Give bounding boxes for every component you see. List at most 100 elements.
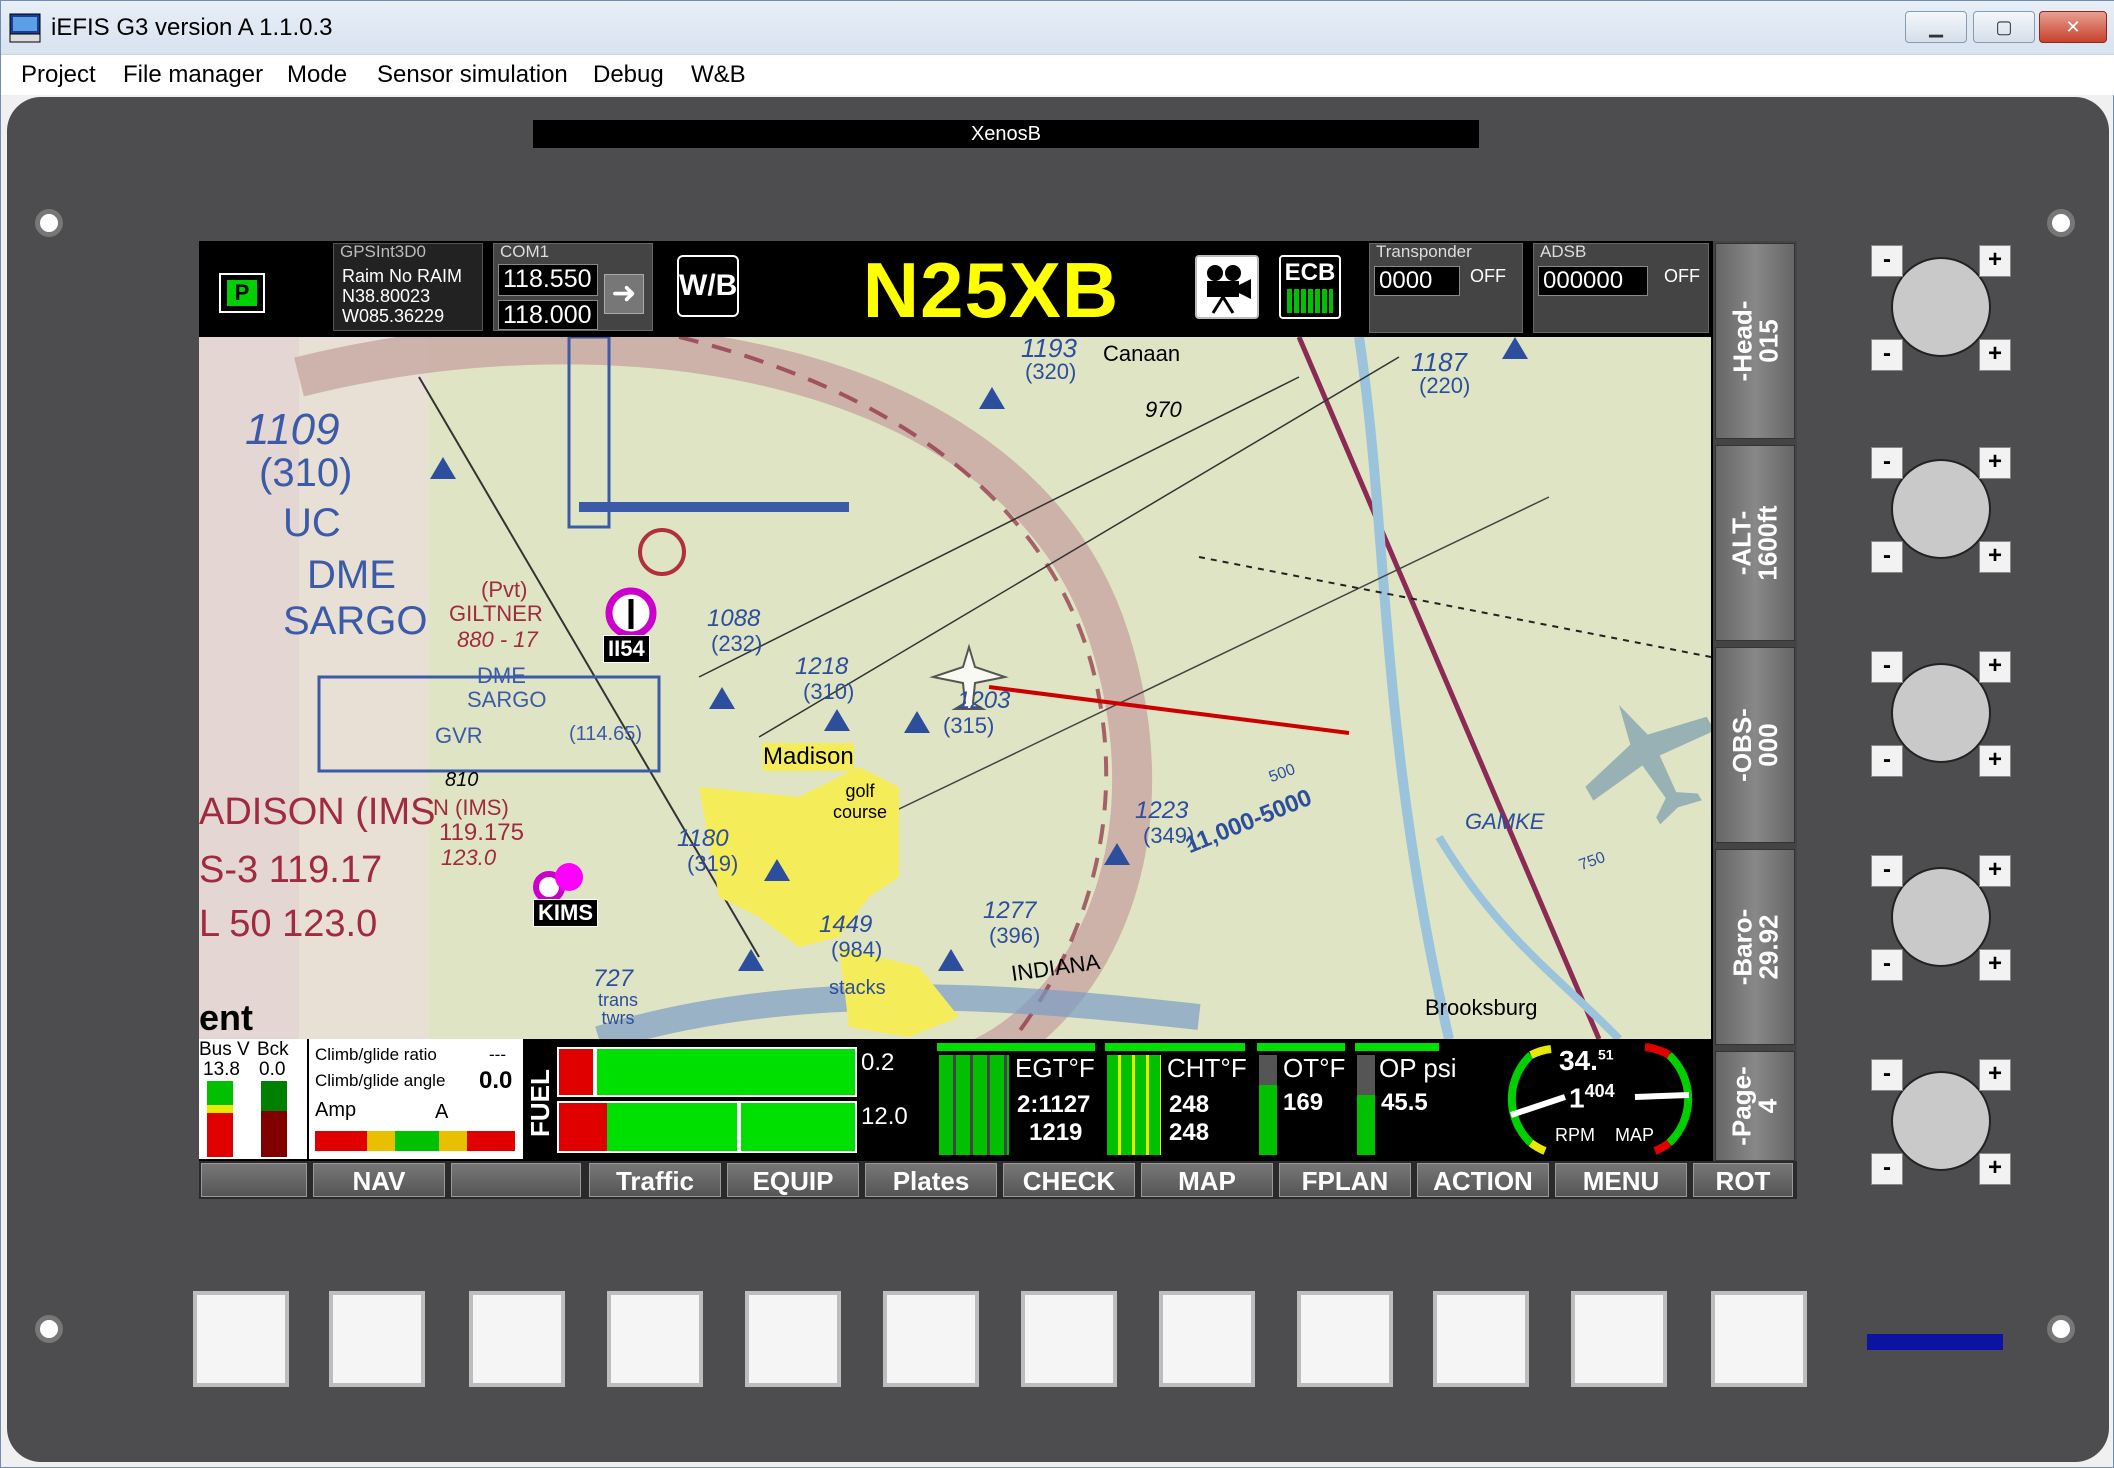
- status-bar: P GPSInt3D0 Raim No RAIM N38.80023 W085.…: [199, 241, 1709, 337]
- knob-outer-minus-button[interactable]: -: [1871, 245, 1903, 277]
- knob-inner-plus-button[interactable]: +: [1979, 745, 2011, 777]
- rotary-knob[interactable]: [1891, 1071, 1991, 1171]
- engine-strip: Bus V Bck 13.8 0.0 Climb/glide ratio ---…: [199, 1039, 1711, 1159]
- map-label: 1223: [1135, 797, 1189, 824]
- softkey-value: 000: [1752, 723, 1783, 767]
- knob-inner-plus-button[interactable]: +: [1979, 339, 2011, 371]
- map-label: GILTNER: [449, 601, 543, 626]
- rotary-knob[interactable]: [1891, 867, 1991, 967]
- menu-sensor-simulation[interactable]: Sensor simulation: [377, 61, 568, 89]
- waypoint-label-ii54[interactable]: II54: [603, 635, 650, 663]
- status-badge[interactable]: P: [227, 280, 257, 306]
- hardware-key-2[interactable]: [329, 1291, 425, 1387]
- knob-inner-minus-button[interactable]: -: [1871, 541, 1903, 573]
- hardware-key-12[interactable]: [1711, 1291, 1807, 1387]
- knob-outer-plus-button[interactable]: +: [1979, 651, 2011, 683]
- com-active-freq[interactable]: 118.550: [498, 264, 598, 296]
- rotary-knob[interactable]: [1891, 459, 1991, 559]
- aircraft-callsign: N25XB: [862, 246, 1120, 334]
- softkey-baro[interactable]: -Baro- 29.92: [1715, 849, 1795, 1045]
- hardware-key-5[interactable]: [745, 1291, 841, 1387]
- softkey-nav[interactable]: NAV: [313, 1163, 445, 1197]
- softkey-menu[interactable]: MENU: [1555, 1163, 1687, 1197]
- title-bar[interactable]: iEFIS G3 version A 1.1.0.3 ▁ ▢ ✕: [1, 1, 2114, 55]
- gps-lat: N38.80023: [342, 286, 431, 306]
- ecb-button[interactable]: ECB: [1279, 255, 1341, 319]
- menu-mode[interactable]: Mode: [287, 61, 347, 89]
- op-bar: [1357, 1055, 1375, 1155]
- hardware-key-8[interactable]: [1159, 1291, 1255, 1387]
- maximize-button[interactable]: ▢: [1973, 11, 2035, 43]
- minimize-button[interactable]: ▁: [1905, 11, 1967, 43]
- moving-map[interactable]: 1193 (320) Canaan 970 1187 (220) 1109 (3…: [199, 337, 1711, 1039]
- video-camera-icon[interactable]: [1195, 255, 1259, 319]
- hardware-key-6[interactable]: [883, 1291, 979, 1387]
- knob-inner-minus-button[interactable]: -: [1871, 745, 1903, 777]
- softkey-plates[interactable]: Plates: [865, 1163, 997, 1197]
- knob-inner-minus-button[interactable]: -: [1871, 1153, 1903, 1185]
- softkey-obs[interactable]: -OBS- 000: [1715, 647, 1795, 843]
- hardware-key-10[interactable]: [1433, 1291, 1529, 1387]
- knob-inner-plus-button[interactable]: +: [1979, 1153, 2011, 1185]
- adsb-panel[interactable]: ADSB 000000 OFF: [1533, 242, 1709, 333]
- hardware-key-1[interactable]: [193, 1291, 289, 1387]
- knob-outer-minus-button[interactable]: -: [1871, 651, 1903, 683]
- knob-outer-plus-button[interactable]: +: [1979, 245, 2011, 277]
- knob-outer-plus-button[interactable]: +: [1979, 855, 2011, 887]
- waypoint-label-kims[interactable]: KIMS: [533, 899, 598, 927]
- softkey-map[interactable]: MAP: [1141, 1163, 1273, 1197]
- transponder-panel[interactable]: Transponder 0000 OFF: [1369, 242, 1523, 333]
- menu-wb[interactable]: W&B: [691, 61, 746, 89]
- rotary-knob[interactable]: [1891, 257, 1991, 357]
- knob-inner-minus-button[interactable]: -: [1871, 949, 1903, 981]
- map-label: stacks: [829, 977, 886, 999]
- softkey-blank-2[interactable]: [451, 1163, 581, 1197]
- softkey-heading[interactable]: -Head- 015: [1715, 243, 1795, 439]
- bus-value: 13.8: [203, 1059, 240, 1080]
- adsb-code[interactable]: 000000: [1538, 266, 1648, 296]
- map-value-sub: 51: [1597, 1046, 1614, 1063]
- menu-project[interactable]: Project: [21, 61, 96, 89]
- knob-inner-plus-button[interactable]: +: [1979, 949, 2011, 981]
- knob-outer-plus-button[interactable]: +: [1979, 1059, 2011, 1091]
- knob-outer-minus-button[interactable]: -: [1871, 447, 1903, 479]
- menu-file-manager[interactable]: File manager: [123, 61, 263, 89]
- map-label: 119.175: [439, 819, 524, 846]
- knob-outer-plus-button[interactable]: +: [1979, 447, 2011, 479]
- softkey-equip[interactable]: EQUIP: [727, 1163, 859, 1197]
- hardware-key-7[interactable]: [1021, 1291, 1117, 1387]
- softkey-fplan[interactable]: FPLAN: [1279, 1163, 1411, 1197]
- gps-panel[interactable]: GPSInt3D0 Raim No RAIM N38.80023 W085.36…: [333, 242, 483, 331]
- hardware-key-4[interactable]: [607, 1291, 703, 1387]
- wb-button[interactable]: W/B: [677, 255, 739, 317]
- softkey-blank-1[interactable]: [201, 1163, 307, 1197]
- softkey-page[interactable]: -Page- 4: [1715, 1051, 1795, 1161]
- fuel-right-value: 12.0: [861, 1103, 908, 1130]
- softkey-check[interactable]: CHECK: [1003, 1163, 1135, 1197]
- softkey-rot[interactable]: ROT: [1693, 1163, 1793, 1197]
- com-standby-freq[interactable]: 118.000: [498, 300, 598, 330]
- menu-debug[interactable]: Debug: [593, 61, 664, 89]
- softkey-altitude[interactable]: -ALT- 1600ft: [1715, 445, 1795, 641]
- map-label: (396): [989, 923, 1041, 948]
- map-label: DME: [477, 663, 526, 688]
- com-swap-icon[interactable]: ➜: [604, 274, 644, 314]
- hardware-key-9[interactable]: [1297, 1291, 1393, 1387]
- right-softkeys: -Head- 015 -ALT- 1600ft -OBS- 000 -Baro- 29.…: [1713, 241, 1797, 1199]
- hardware-key-11[interactable]: [1571, 1291, 1667, 1387]
- knob-inner-plus-button[interactable]: +: [1979, 541, 2011, 573]
- amp-unit: A: [435, 1101, 449, 1123]
- knob-outer-minus-button[interactable]: -: [1871, 1059, 1903, 1091]
- rotary-knob[interactable]: [1891, 663, 1991, 763]
- close-icon: ✕: [2065, 16, 2081, 37]
- knob-outer-minus-button[interactable]: -: [1871, 855, 1903, 887]
- transponder-code[interactable]: 0000: [1374, 266, 1460, 296]
- knob-inner-minus-button[interactable]: -: [1871, 339, 1903, 371]
- close-button[interactable]: ✕: [2039, 11, 2107, 43]
- rpm-value: 1: [1569, 1082, 1585, 1114]
- amp-label: Amp: [315, 1099, 357, 1121]
- softkey-traffic[interactable]: Traffic: [589, 1163, 721, 1197]
- softkey-action[interactable]: ACTION: [1417, 1163, 1549, 1197]
- hardware-key-3[interactable]: [469, 1291, 565, 1387]
- com-panel[interactable]: COM1 118.550 118.000 ➜: [493, 242, 653, 331]
